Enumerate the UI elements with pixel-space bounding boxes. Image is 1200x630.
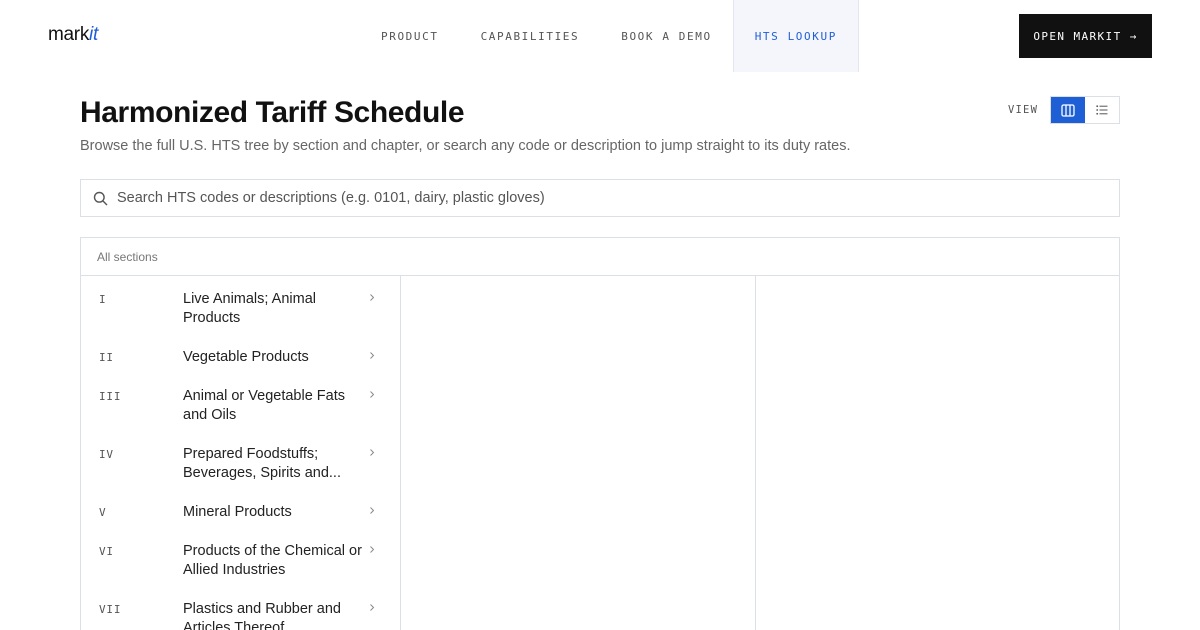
page-subtitle: Browse the full U.S. HTS tree by section… [80, 138, 851, 154]
chevron-right-icon [370, 546, 375, 553]
view-list-button[interactable] [1085, 97, 1119, 123]
chevron-right-icon [370, 391, 375, 398]
top-nav: markit PRODUCT CAPABILITIES BOOK A DEMO … [0, 0, 1200, 72]
nav-links: PRODUCT CAPABILITIES BOOK A DEMO HTS LOO… [360, 0, 859, 72]
section-title: Plastics and Rubber and Articles Thereof [183, 601, 341, 630]
breadcrumb-all-sections[interactable]: All sections [97, 250, 158, 264]
chevron-right-icon [370, 604, 375, 611]
search-box [80, 179, 1120, 217]
section-title: Live Animals; Animal Products [183, 291, 316, 326]
logo[interactable]: markit [48, 24, 98, 46]
chevron-right-icon [370, 294, 375, 301]
nav-link-book-a-demo[interactable]: BOOK A DEMO [600, 0, 732, 72]
nav-link-product[interactable]: PRODUCT [360, 0, 460, 72]
section-item-iv[interactable]: IV Prepared Foodstuffs; Beverages, Spiri… [81, 445, 400, 483]
headings-column [756, 276, 1119, 630]
chapters-column [401, 276, 756, 630]
section-list: I Live Animals; Animal Products II Veget… [81, 276, 400, 630]
nav-link-capabilities[interactable]: CAPABILITIES [460, 0, 601, 72]
section-title: Prepared Foodstuffs; Beverages, Spirits … [183, 446, 341, 481]
section-number: V [99, 506, 107, 519]
section-title: Animal or Vegetable Fats and Oils [183, 388, 346, 423]
section-number: I [99, 293, 107, 306]
view-toggle [1050, 96, 1120, 124]
section-title: Products of the Chemical or Allied Indus… [183, 543, 362, 578]
section-number: IV [99, 448, 114, 461]
section-number: VII [99, 603, 122, 616]
section-number: III [99, 390, 122, 403]
open-markit-button[interactable]: OPEN MARKIT → [1019, 14, 1152, 58]
chevron-right-icon [370, 352, 375, 359]
logo-accent: it [89, 24, 98, 45]
section-item-iii[interactable]: III Animal or Vegetable Fats and Oils [81, 387, 400, 425]
chevron-right-icon [370, 449, 375, 456]
section-title: Mineral Products [183, 504, 292, 520]
section-title: Vegetable Products [183, 349, 309, 365]
nav-link-hts-lookup[interactable]: HTS LOOKUP [732, 0, 859, 72]
view-label: VIEW [1008, 104, 1039, 116]
browser-columns: I Live Animals; Animal Products II Veget… [81, 276, 1119, 630]
section-number: II [99, 351, 114, 364]
section-number: VI [99, 545, 114, 558]
columns-icon [1061, 103, 1075, 117]
section-item-i[interactable]: I Live Animals; Animal Products [81, 290, 400, 328]
hts-browser: All sections I Live Animals; Animal Prod… [80, 237, 1120, 630]
view-columns-button[interactable] [1051, 97, 1085, 123]
section-item-v[interactable]: V Mineral Products [81, 503, 400, 522]
logo-text: mark [48, 24, 90, 45]
section-item-vi[interactable]: VI Products of the Chemical or Allied In… [81, 542, 400, 580]
section-item-ii[interactable]: II Vegetable Products [81, 348, 400, 367]
search-icon [93, 191, 108, 205]
list-icon [1096, 105, 1108, 115]
breadcrumb: All sections [81, 238, 1119, 276]
section-item-vii[interactable]: VII Plastics and Rubber and Articles The… [81, 600, 400, 630]
sections-column: I Live Animals; Animal Products II Veget… [81, 276, 401, 630]
search-input[interactable] [117, 190, 1077, 206]
page-title: Harmonized Tariff Schedule [80, 96, 465, 129]
chevron-right-icon [370, 507, 375, 514]
